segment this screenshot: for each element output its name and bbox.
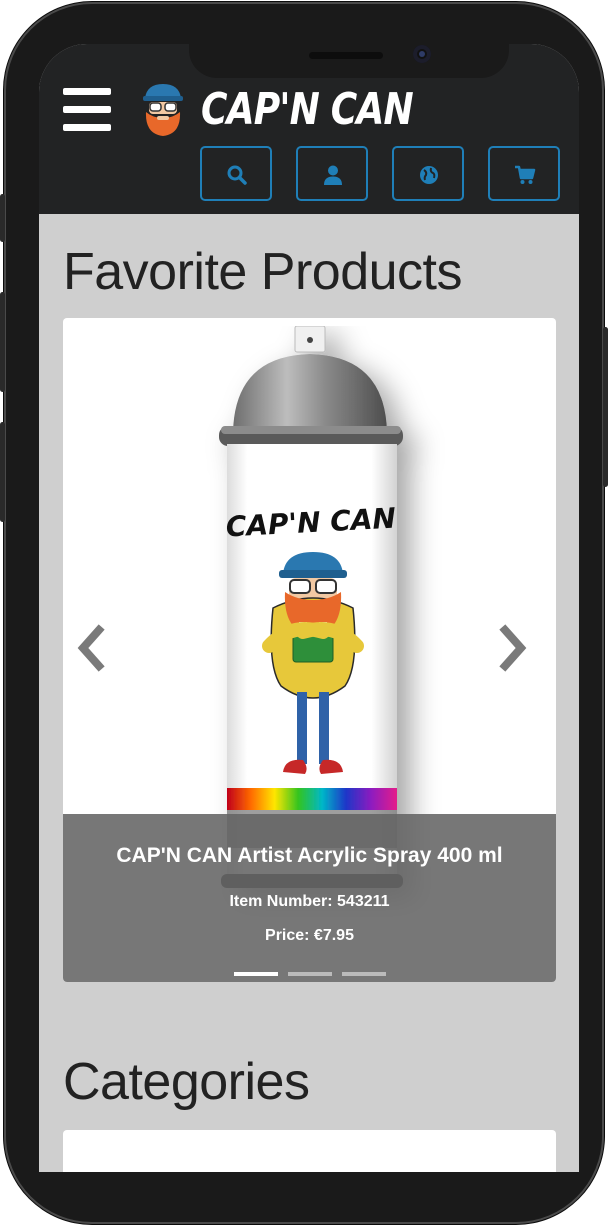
search-button[interactable]: [200, 146, 272, 201]
globe-icon: [420, 166, 438, 184]
search-icon: [227, 165, 247, 185]
user-icon: [324, 165, 342, 185]
brand-name[interactable]: CAP'N CAN: [201, 86, 414, 134]
hamburger-menu-icon[interactable]: [63, 88, 111, 132]
item-number: Item Number: 543211: [229, 893, 390, 910]
account-button[interactable]: [296, 146, 368, 201]
language-button[interactable]: [392, 146, 464, 201]
favorite-products-heading: Favorite Products: [63, 243, 463, 301]
categories-heading: Categories: [63, 1053, 310, 1111]
chevron-right-icon[interactable]: [493, 624, 533, 674]
carousel-indicators: [63, 972, 556, 978]
phone-side-button: [0, 292, 5, 392]
price: Price: €7.95: [265, 927, 354, 944]
front-camera: [413, 45, 431, 63]
category-card[interactable]: [63, 1130, 556, 1172]
notch: [189, 44, 509, 78]
cart-icon: [515, 165, 536, 184]
chevron-left-icon[interactable]: [73, 624, 113, 674]
product-carousel: CAP'N CAN CAP'N CAN Artist Acrylic Spray…: [63, 318, 556, 982]
phone-screen: CAP'N CAN Favorite Products CAP'N CAN CA…: [39, 44, 579, 1172]
product-name[interactable]: CAP'N CAN Artist Acrylic Spray 400 ml: [63, 844, 556, 868]
phone-side-button: [603, 327, 608, 487]
cart-button[interactable]: [488, 146, 560, 201]
carousel-indicator[interactable]: [341, 972, 386, 976]
carousel-indicator[interactable]: [287, 972, 332, 976]
phone-frame: CAP'N CAN Favorite Products CAP'N CAN CA…: [0, 2, 608, 1224]
phone-side-button: [0, 194, 5, 242]
speaker: [309, 52, 383, 59]
phone-side-button: [0, 422, 5, 522]
carousel-indicator[interactable]: [233, 972, 278, 976]
mascot-logo-icon[interactable]: [137, 82, 189, 138]
slide-caption: CAP'N CAN Artist Acrylic Spray 400 ml It…: [63, 814, 556, 982]
